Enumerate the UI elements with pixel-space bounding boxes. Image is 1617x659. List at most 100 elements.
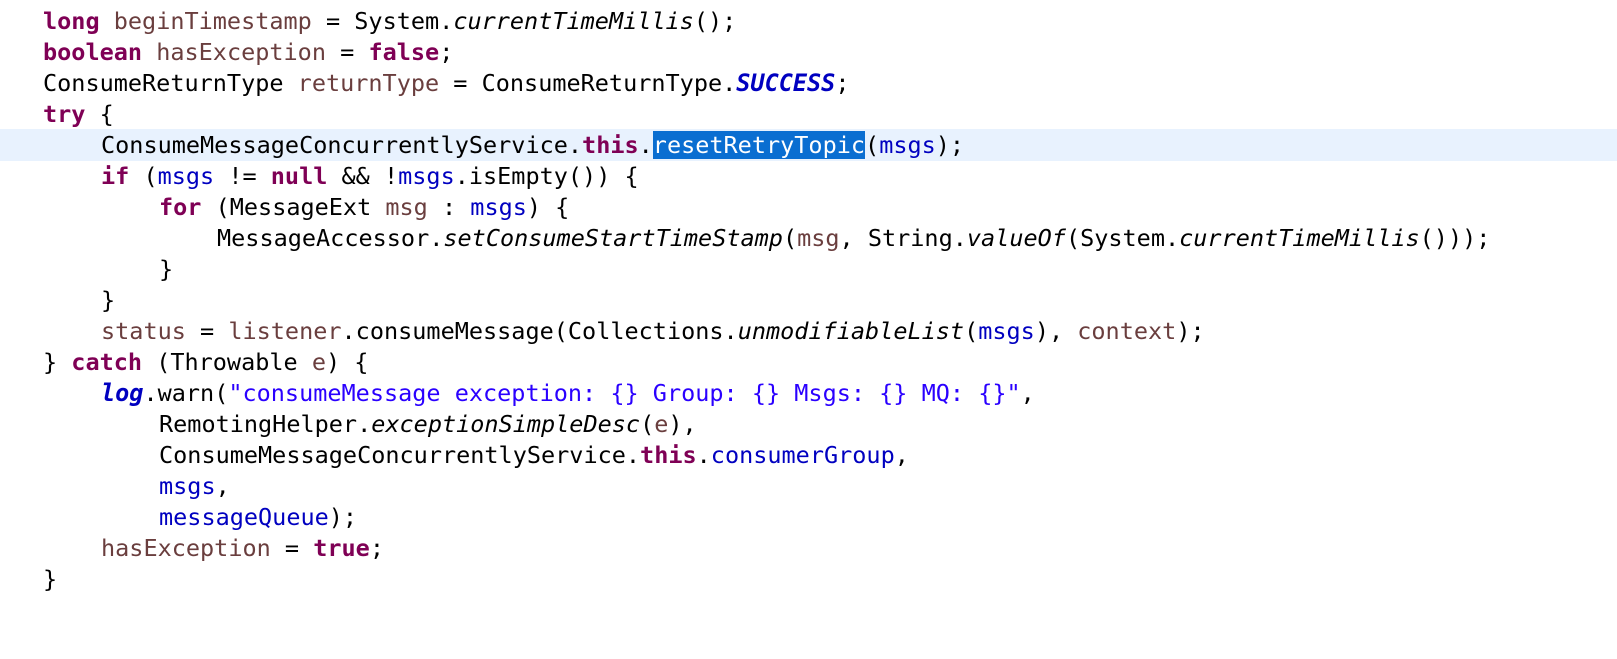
- code-token: ,: [1020, 379, 1035, 407]
- code-token: .isEmpty()) {: [454, 162, 639, 190]
- code-token: ;: [835, 69, 850, 97]
- code-token: =: [325, 38, 369, 66]
- code-token: ConsumeReturnType: [43, 69, 298, 97]
- method-token: setConsumeStartTimeStamp: [443, 224, 783, 252]
- code-line-3: ConsumeReturnType returnType = ConsumeRe…: [0, 67, 1617, 99]
- variable-token: msg: [797, 224, 840, 252]
- field-token: msgs: [978, 317, 1035, 345]
- code-token: (MessageExt: [201, 193, 386, 221]
- keyword-token: this: [640, 441, 697, 469]
- code-token: {: [85, 100, 114, 128]
- code-token: .: [638, 131, 653, 159]
- keyword-token: null: [270, 162, 328, 190]
- code-token: = ConsumeReturnType.: [439, 69, 737, 97]
- keyword-token: for: [159, 193, 202, 221]
- code-token: ) {: [526, 193, 570, 221]
- keyword-token: false: [368, 38, 440, 66]
- code-line-12: } catch (Throwable e) {: [0, 346, 1617, 378]
- constant-token: log: [101, 379, 144, 407]
- variable-token: status: [101, 317, 186, 345]
- code-token: && !: [327, 162, 399, 190]
- code-token: ),: [668, 410, 697, 438]
- code-line-8: MessageAccessor.setConsumeStartTimeStamp…: [0, 222, 1617, 254]
- method-token: currentTimeMillis: [1179, 224, 1420, 252]
- string-literal: "consumeMessage exception: {} Group: {} …: [228, 379, 1021, 407]
- keyword-token: boolean: [43, 38, 143, 66]
- code-line-18: hasException = true;: [0, 532, 1617, 564]
- code-token: (: [964, 317, 979, 345]
- variable-token: context: [1077, 317, 1177, 345]
- code-line-14: RemotingHelper.exceptionSimpleDesc(e),: [0, 408, 1617, 440]
- code-token: ConsumeMessageConcurrentlyService.: [101, 131, 583, 159]
- code-token: =: [270, 534, 314, 562]
- code-token: = System.: [311, 7, 454, 35]
- code-line-13: log.warn("consumeMessage exception: {} G…: [0, 377, 1617, 409]
- code-line-19: }: [0, 563, 1617, 595]
- code-token: (: [782, 224, 798, 252]
- variable-token: hasException: [101, 534, 271, 562]
- code-line-17: messageQueue);: [0, 501, 1617, 533]
- code-token: );: [935, 131, 965, 159]
- field-token: messageQueue: [159, 503, 329, 531]
- keyword-token: this: [582, 131, 639, 159]
- method-token: unmodifiableList: [737, 317, 965, 345]
- method-token: exceptionSimpleDesc: [371, 410, 641, 438]
- keyword-token: true: [313, 534, 370, 562]
- code-token: RemotingHelper.: [159, 410, 372, 438]
- code-line-10: }: [0, 284, 1617, 316]
- code-token: );: [328, 503, 358, 531]
- selected-text[interactable]: resetRetryTopic: [652, 131, 866, 159]
- code-token: .consumeMessage(Collections.: [341, 317, 738, 345]
- method-token: currentTimeMillis: [453, 7, 694, 35]
- code-token: ,: [215, 472, 230, 500]
- field-token: msgs: [398, 162, 455, 190]
- code-line-1: long beginTimestamp = System.currentTime…: [0, 5, 1617, 37]
- code-token: (: [640, 410, 655, 438]
- code-token: (: [865, 131, 880, 159]
- code-token: ) {: [325, 348, 369, 376]
- code-token: ()));: [1419, 224, 1491, 252]
- code-line-6: if (msgs != null && !msgs.isEmpty()) {: [0, 160, 1617, 192]
- code-token: }: [159, 255, 174, 283]
- variable-token: msg: [385, 193, 428, 221]
- code-token: ;: [439, 38, 454, 66]
- keyword-token: catch: [71, 348, 143, 376]
- keyword-token: long: [43, 7, 100, 35]
- method-token: valueOf: [966, 224, 1066, 252]
- code-token: !=: [214, 162, 271, 190]
- code-token: .: [696, 441, 711, 469]
- code-token: ();: [693, 7, 737, 35]
- code-token: ,: [894, 441, 909, 469]
- variable-token: listener: [228, 317, 342, 345]
- code-line-11: status = listener.consumeMessage(Collect…: [0, 315, 1617, 347]
- code-line-4: try {: [0, 98, 1617, 130]
- variable-token: hasException: [156, 38, 326, 66]
- code-line-15: ConsumeMessageConcurrentlyService.this.c…: [0, 439, 1617, 471]
- code-token: :: [427, 193, 471, 221]
- code-line-9: }: [0, 253, 1617, 285]
- field-token: msgs: [470, 193, 527, 221]
- code-token: );: [1176, 317, 1205, 345]
- code-token: (Throwable: [142, 348, 312, 376]
- code-token: .warn(: [143, 379, 229, 407]
- code-token: ConsumeMessageConcurrentlyService.: [159, 441, 641, 469]
- code-token: (: [129, 162, 158, 190]
- code-token: ;: [369, 534, 384, 562]
- code-token: MessageAccessor.: [217, 224, 444, 252]
- code-token: ),: [1034, 317, 1078, 345]
- code-token: (System.: [1065, 224, 1180, 252]
- field-token: consumerGroup: [710, 441, 895, 469]
- code-editor[interactable]: long beginTimestamp = System.currentTime…: [0, 0, 1617, 609]
- code-token: }: [43, 565, 58, 593]
- code-line-5-current[interactable]: ConsumeMessageConcurrentlyService.this.r…: [0, 129, 1617, 161]
- code-token: , String.: [839, 224, 967, 252]
- field-token: msgs: [159, 472, 216, 500]
- code-token: =: [185, 317, 229, 345]
- field-token: msgs: [879, 131, 936, 159]
- code-token: }: [43, 348, 72, 376]
- keyword-token: try: [43, 100, 86, 128]
- variable-token: beginTimestamp: [113, 7, 312, 35]
- variable-token: e: [311, 348, 326, 376]
